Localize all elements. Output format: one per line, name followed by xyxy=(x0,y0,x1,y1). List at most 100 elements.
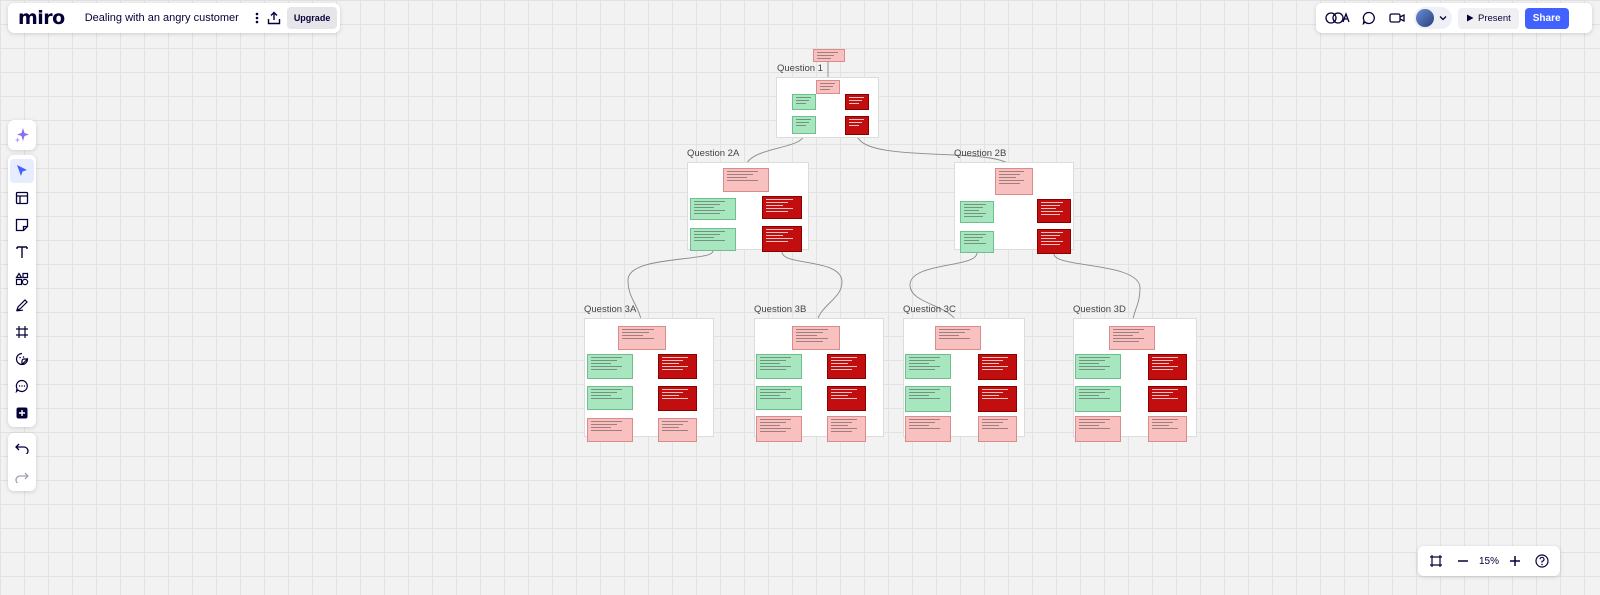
comment-icon xyxy=(1362,11,1375,25)
flow-card[interactable] xyxy=(756,416,802,442)
flow-card[interactable] xyxy=(827,354,866,379)
flow-card[interactable] xyxy=(827,386,866,411)
card-text-line xyxy=(1079,425,1100,426)
flow-card[interactable] xyxy=(845,116,869,135)
collaborators-button[interactable] xyxy=(1414,7,1452,29)
flow-card[interactable] xyxy=(1148,386,1187,412)
flow-card[interactable] xyxy=(1148,416,1187,442)
flow-card[interactable] xyxy=(1109,326,1155,350)
zoom-in-button[interactable] xyxy=(1504,550,1526,572)
minus-icon xyxy=(1457,560,1468,562)
flow-card[interactable] xyxy=(978,386,1017,412)
flow-card[interactable] xyxy=(995,168,1033,195)
miro-logo[interactable]: miro xyxy=(18,7,65,29)
shapes-tool[interactable] xyxy=(10,267,34,291)
connector-line[interactable] xyxy=(909,252,978,327)
templates-tool[interactable] xyxy=(10,186,34,210)
flow-card[interactable] xyxy=(587,354,633,379)
sticker-tool[interactable] xyxy=(10,347,34,371)
card-text-line xyxy=(1113,338,1144,339)
flow-card[interactable] xyxy=(658,354,697,379)
more-options-button[interactable] xyxy=(255,7,259,29)
flow-card[interactable] xyxy=(1075,354,1121,379)
redo-button[interactable] xyxy=(11,466,33,488)
flow-card[interactable] xyxy=(658,386,697,411)
card-text-line xyxy=(831,366,857,367)
frame-label-question-2b[interactable]: Question 2B xyxy=(954,148,1006,159)
flow-card[interactable] xyxy=(762,226,802,252)
reactions-icon xyxy=(1325,12,1350,24)
flow-card[interactable] xyxy=(762,196,802,219)
reactions-button[interactable] xyxy=(1324,7,1352,29)
more-tools-button[interactable] xyxy=(10,401,34,425)
pen-tool[interactable] xyxy=(10,294,34,318)
flow-card[interactable] xyxy=(1075,416,1121,442)
flow-card[interactable] xyxy=(723,168,769,192)
card-text-line xyxy=(909,369,935,370)
flow-card[interactable] xyxy=(618,326,666,350)
card-text-line xyxy=(964,243,987,244)
connector-line[interactable] xyxy=(1053,253,1141,327)
comments-button[interactable] xyxy=(1358,7,1380,29)
card-text-line xyxy=(964,216,983,217)
flow-card[interactable] xyxy=(1037,229,1071,254)
card-text-line xyxy=(831,363,849,364)
flow-card[interactable] xyxy=(905,416,951,442)
help-button[interactable] xyxy=(1531,550,1553,572)
select-tool[interactable] xyxy=(10,159,34,183)
flow-card[interactable] xyxy=(1075,386,1121,412)
undo-button[interactable] xyxy=(11,437,33,459)
text-tool[interactable] xyxy=(10,240,34,264)
flow-card[interactable] xyxy=(905,354,951,379)
flow-card[interactable] xyxy=(690,198,736,220)
flow-card[interactable] xyxy=(792,116,816,134)
board-canvas[interactable]: Question 1 Question 2A Question 2B Quest… xyxy=(0,0,1600,595)
frame-label-question-3d[interactable]: Question 3D xyxy=(1073,304,1126,315)
flow-card[interactable] xyxy=(827,416,866,442)
frame-label-question-1[interactable]: Question 1 xyxy=(777,63,823,74)
frame-label-question-3a[interactable]: Question 3A xyxy=(584,304,636,315)
flow-card[interactable] xyxy=(658,418,697,442)
frame-tool[interactable] xyxy=(10,320,34,344)
flow-card[interactable] xyxy=(792,326,840,350)
flow-card[interactable] xyxy=(1037,199,1071,223)
flow-card[interactable] xyxy=(845,94,869,110)
flow-card[interactable] xyxy=(978,354,1017,380)
frame-label-question-3c[interactable]: Question 3C xyxy=(903,304,956,315)
flow-card[interactable] xyxy=(978,416,1017,442)
present-button[interactable]: Present xyxy=(1458,7,1519,29)
export-button[interactable] xyxy=(267,7,281,29)
zoom-level[interactable]: 15% xyxy=(1479,556,1499,567)
flow-card[interactable] xyxy=(587,386,633,410)
upgrade-button[interactable]: Upgrade xyxy=(286,7,338,29)
frame-label-question-2a[interactable]: Question 2A xyxy=(687,148,739,159)
flow-card[interactable] xyxy=(1148,354,1187,380)
flow-card[interactable] xyxy=(756,386,802,410)
flow-card[interactable] xyxy=(587,418,633,442)
card-text-line xyxy=(982,398,1008,399)
card-text-line xyxy=(982,369,1004,370)
connector-line[interactable] xyxy=(627,250,714,327)
comment-tool[interactable] xyxy=(10,374,34,398)
card-text-line xyxy=(1079,357,1110,358)
board-title[interactable]: Dealing with an angry customer xyxy=(85,12,239,24)
card-text-line xyxy=(766,205,784,206)
flow-card[interactable] xyxy=(960,201,994,223)
flow-card[interactable] xyxy=(935,326,981,350)
video-button[interactable] xyxy=(1386,7,1408,29)
fit-screen-button[interactable] xyxy=(1425,550,1447,572)
frame-label-question-3b[interactable]: Question 3B xyxy=(754,304,806,315)
card-text-line xyxy=(1079,363,1100,364)
flow-card[interactable] xyxy=(813,49,845,62)
flow-card[interactable] xyxy=(905,386,951,412)
flow-card[interactable] xyxy=(816,80,840,94)
flow-card[interactable] xyxy=(792,94,816,110)
flow-card[interactable] xyxy=(960,231,994,253)
sticky-note-tool[interactable] xyxy=(10,213,34,237)
flow-card[interactable] xyxy=(756,354,802,379)
share-button[interactable]: Share xyxy=(1524,7,1569,29)
zoom-out-button[interactable] xyxy=(1452,550,1474,572)
card-text-line xyxy=(591,395,612,396)
flow-card[interactable] xyxy=(690,228,736,251)
ai-assist-button[interactable] xyxy=(11,124,33,146)
